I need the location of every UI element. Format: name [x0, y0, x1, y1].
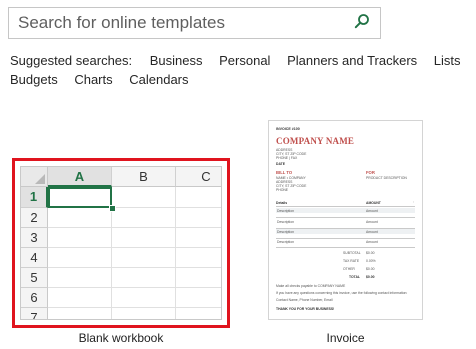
template-search-box[interactable] — [8, 7, 381, 39]
corner-triangle-icon — [35, 174, 45, 184]
row-header-2: 2 — [21, 208, 48, 228]
grid-line — [175, 187, 176, 319]
suggested-link-budgets[interactable]: Budgets — [10, 72, 58, 87]
suggested-link-planners-and-trackers[interactable]: Planners and Trackers — [287, 53, 417, 68]
suggested-link-business[interactable]: Business — [150, 53, 203, 68]
row-header-4: 4 — [21, 248, 48, 268]
invoice-row-band — [276, 229, 415, 234]
invoice-label: Invoice — [326, 331, 365, 345]
invoice-note-payable: Make all checks payable to COMPANY NAME — [276, 284, 346, 288]
invoice-line-desc: Description — [277, 230, 294, 234]
column-header-c: C — [176, 167, 221, 187]
invoice-total-label: TOTAL — [349, 275, 360, 279]
search-input[interactable] — [9, 8, 344, 38]
column-header-b: B — [112, 167, 176, 187]
invoice-note-contact: Contact Name, Phone Number, Email — [276, 298, 333, 302]
invoice-for-description: PRODUCT DESCRIPTION — [366, 176, 407, 180]
blank-workbook-preview: A B C 1 2 3 4 5 6 7 — [20, 166, 222, 320]
suggested-searches: Suggested searches: Business Personal Pl… — [10, 51, 476, 89]
search-button[interactable] — [344, 8, 380, 38]
search-icon — [354, 13, 370, 34]
invoice-note-questions: If you have any questions concerning thi… — [276, 291, 408, 295]
suggested-link-calendars[interactable]: Calendars — [129, 72, 188, 87]
invoice-row-rule — [276, 238, 415, 239]
row-header-5: 5 — [21, 268, 48, 288]
column-header-a: A — [48, 167, 112, 187]
invoice-date: DATE — [276, 162, 285, 166]
invoice-thank-you: THANK YOU FOR YOUR BUSINESS! — [276, 307, 335, 311]
invoice-tax-rate-value: 0.00% — [366, 259, 376, 263]
grid-line — [48, 307, 221, 308]
select-all-corner — [21, 167, 48, 187]
row-header-6: 6 — [21, 288, 48, 308]
invoice-subtotal-label: SUBTOTAL — [343, 251, 361, 255]
invoice-other-value: $0.00 — [366, 267, 375, 271]
invoice-amount-header: AMOUNT — [366, 201, 381, 205]
invoice-bill-phone: PHONE — [276, 188, 289, 192]
invoice-bill-to: BILL TO — [276, 170, 293, 175]
invoice-title: INVOICE #100 — [276, 127, 300, 131]
grid-line — [48, 227, 221, 228]
invoice-total-value: $0.00 — [366, 275, 375, 279]
invoice-template[interactable]: INVOICE #100 COMPANY NAME ADDRESS CITY, … — [268, 120, 423, 320]
invoice-row-rule — [276, 247, 415, 248]
invoice-for: FOR — [366, 170, 375, 175]
invoice-subtotal-value: $0.00 — [366, 251, 375, 255]
invoice-row-band — [276, 208, 415, 213]
blank-workbook-template[interactable]: A B C 1 2 3 4 5 6 7 — [12, 158, 230, 328]
invoice-tax-rate-label: TAX RATE — [343, 259, 360, 263]
fill-handle — [109, 205, 116, 212]
invoice-phone: PHONE | FAX — [276, 156, 298, 160]
suggested-link-lists[interactable]: Lists — [434, 53, 461, 68]
invoice-table-rule — [276, 206, 415, 207]
invoice-line-desc: Description — [277, 240, 294, 244]
invoice-line-amount: Amount — [366, 230, 378, 234]
suggested-link-personal[interactable]: Personal — [219, 53, 270, 68]
invoice-table-marker-icon: ▫ — [413, 200, 415, 204]
invoice-details-header: Details — [276, 201, 288, 205]
invoice-line-desc: Description — [277, 209, 294, 213]
row-header-7: 7 — [21, 308, 48, 319]
invoice-line-desc: Description — [277, 220, 294, 224]
invoice-line-amount: Amount — [366, 220, 378, 224]
invoice-row-rule — [276, 217, 415, 218]
row-header-3: 3 — [21, 228, 48, 248]
grid-line — [48, 247, 221, 248]
grid-line — [48, 287, 221, 288]
grid-line — [48, 267, 221, 268]
suggested-link-charts[interactable]: Charts — [74, 72, 112, 87]
invoice-line-amount: Amount — [366, 209, 378, 213]
invoice-line-amount: Amount — [366, 240, 378, 244]
row-header-1: 1 — [21, 187, 48, 208]
suggested-searches-label: Suggested searches: — [10, 53, 133, 68]
invoice-other-label: OTHER — [343, 267, 355, 271]
invoice-company-name: COMPANY NAME — [276, 136, 355, 146]
blank-workbook-label: Blank workbook — [78, 331, 164, 345]
active-cell-a1 — [48, 187, 112, 208]
